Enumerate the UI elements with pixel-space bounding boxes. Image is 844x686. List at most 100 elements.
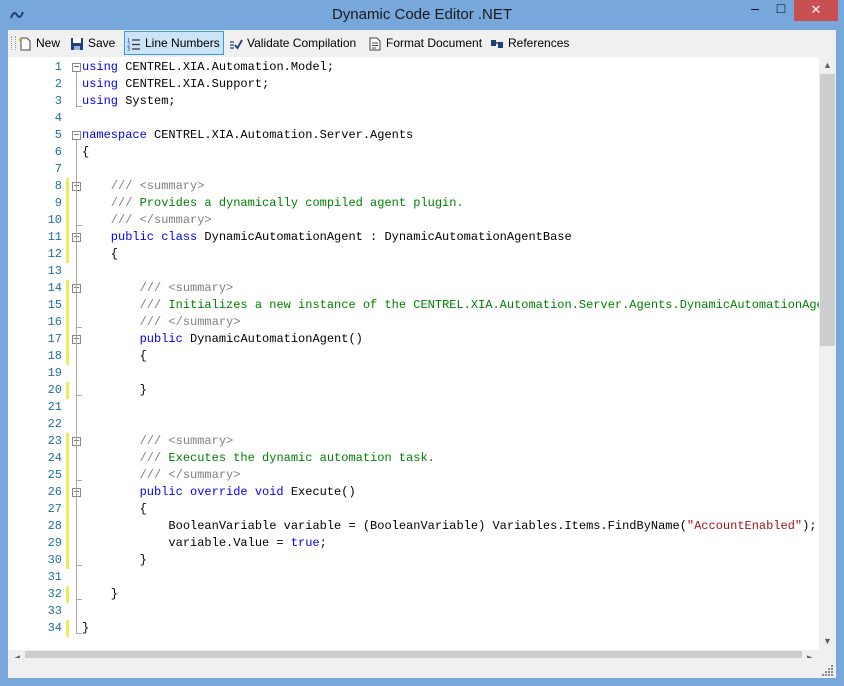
- line-number: 32: [47, 587, 62, 601]
- code-line[interactable]: {: [82, 144, 89, 161]
- code-token: }: [82, 383, 147, 397]
- code-token: {: [82, 247, 119, 261]
- line-numbers-button[interactable]: 1 2 3 Line Numbers: [124, 31, 224, 55]
- fold-guide: [76, 344, 77, 395]
- line-number: 33: [47, 604, 62, 618]
- code-line[interactable]: {: [82, 348, 147, 365]
- code-token: {: [82, 349, 147, 363]
- code-line[interactable]: }: [82, 620, 89, 637]
- change-marker: [66, 501, 69, 518]
- code-line[interactable]: {: [82, 246, 118, 263]
- code-line[interactable]: /// Executes the dynamic automation task…: [82, 450, 435, 467]
- code-token: );: [802, 519, 817, 533]
- svg-text:3: 3: [127, 47, 130, 51]
- code-token: {: [82, 502, 147, 516]
- line-number: 26: [47, 485, 62, 499]
- code-token: CENTREL.XIA.Automation.Server.Agents: [146, 128, 414, 142]
- code-line[interactable]: public DynamicAutomationAgent(): [82, 331, 363, 348]
- code-line[interactable]: /// Initializes a new instance of the CE…: [82, 297, 822, 314]
- code-line[interactable]: namespace CENTREL.XIA.Automation.Server.…: [82, 127, 413, 144]
- line-number: 5: [54, 128, 62, 142]
- scroll-up-arrow-icon[interactable]: ▲: [819, 57, 836, 74]
- new-button[interactable]: New: [18, 32, 60, 54]
- line-number: 16: [47, 315, 62, 329]
- code-editor[interactable]: 1 2 3 4 5 6 7 8 9 10 11 12 13 14 15 16 17 18 19 20 21 22 23 24 2…: [8, 57, 836, 667]
- code-line[interactable]: using CENTREL.XIA.Support;: [82, 76, 269, 93]
- app-window: Dynamic Code Editor .NET ‒ □ ✕ New Save: [0, 0, 844, 686]
- code-line[interactable]: }: [82, 382, 147, 399]
- code-token: ///: [82, 451, 169, 465]
- code-line[interactable]: /// <summary>: [82, 280, 234, 297]
- code-token: CENTREL.XIA.Support;: [118, 77, 270, 91]
- new-button-label: New: [36, 36, 61, 50]
- save-button[interactable]: Save: [70, 32, 115, 54]
- title-bar[interactable]: Dynamic Code Editor .NET ‒ □ ✕: [0, 0, 844, 30]
- code-token: CENTREL.XIA.Automation.Model;: [118, 60, 335, 74]
- change-marker: [66, 552, 69, 569]
- code-token: /// </summary>: [82, 213, 212, 227]
- minimize-button[interactable]: ‒: [742, 0, 768, 21]
- change-marker: [66, 280, 69, 297]
- validate-compilation-button[interactable]: Validate Compilation: [229, 32, 356, 54]
- code-line[interactable]: public class DynamicAutomationAgent : Dy…: [82, 229, 572, 246]
- code-line[interactable]: using CENTREL.XIA.Automation.Model;: [82, 59, 334, 76]
- code-line[interactable]: /// Provides a dynamically compiled agen…: [82, 195, 464, 212]
- code-line[interactable]: BooleanVariable variable = (BooleanVaria…: [82, 518, 817, 535]
- code-token: public override void: [82, 485, 284, 499]
- maximize-button[interactable]: □: [768, 0, 794, 21]
- fold-guide: [76, 293, 77, 327]
- toolbar-grip[interactable]: [11, 36, 16, 50]
- change-marker: [66, 433, 69, 450]
- line-number: 31: [47, 570, 62, 584]
- code-line[interactable]: }: [82, 586, 118, 603]
- line-number: 9: [54, 196, 62, 210]
- format-document-label: Format Document: [386, 36, 483, 50]
- code-token: /// <summary>: [82, 179, 205, 193]
- line-number: 12: [47, 247, 62, 261]
- code-token: /// </summary>: [82, 468, 241, 482]
- code-line[interactable]: /// </summary>: [82, 314, 241, 331]
- code-token: using: [82, 77, 119, 91]
- change-marker: [66, 586, 69, 603]
- code-token: ///: [82, 196, 140, 210]
- code-line[interactable]: /// </summary>: [82, 467, 241, 484]
- code-area[interactable]: using CENTREL.XIA.Automation.Model; using…: [82, 57, 822, 650]
- change-marker: [66, 348, 69, 365]
- line-numbers-icon: 1 2 3: [127, 38, 140, 51]
- code-token: BooleanVariable variable = (BooleanVaria…: [82, 519, 687, 533]
- line-number: 6: [54, 145, 62, 159]
- line-number-gutter: 1 2 3 4 5 6 7 8 9 10 11 12 13 14 15 16 17 18 19 20 21 22 23 24 2…: [8, 57, 82, 667]
- code-token: ///: [82, 298, 169, 312]
- collapse-toggle-icon[interactable]: −: [72, 63, 81, 72]
- collapse-toggle-icon[interactable]: −: [72, 131, 81, 140]
- code-token: /// <summary>: [82, 434, 234, 448]
- close-button[interactable]: ✕: [794, 0, 838, 21]
- fold-guide: [76, 191, 77, 225]
- code-line[interactable]: public override void Execute(): [82, 484, 356, 501]
- format-document-button[interactable]: Format Document: [368, 32, 482, 54]
- code-line[interactable]: /// <summary>: [82, 433, 234, 450]
- size-grip-icon[interactable]: [822, 664, 834, 676]
- code-line[interactable]: }: [82, 552, 147, 569]
- code-token: Execute(): [283, 485, 356, 499]
- code-line[interactable]: /// </summary>: [82, 212, 212, 229]
- vertical-scroll-thumb[interactable]: [820, 74, 835, 346]
- line-number: 20: [47, 383, 62, 397]
- vertical-scrollbar[interactable]: ▲ ▼: [819, 57, 836, 650]
- line-number: 24: [47, 451, 62, 465]
- code-line[interactable]: using System;: [82, 93, 176, 110]
- code-token: }: [82, 621, 90, 635]
- line-number: 14: [47, 281, 62, 295]
- code-line[interactable]: {: [82, 501, 147, 518]
- line-numbers-label: Line Numbers: [145, 36, 220, 50]
- references-button[interactable]: References: [490, 32, 569, 54]
- line-number: 18: [47, 349, 62, 363]
- scroll-down-arrow-icon[interactable]: ▼: [819, 633, 836, 650]
- line-number: 21: [47, 400, 62, 414]
- code-line[interactable]: /// <summary>: [82, 178, 205, 195]
- change-marker: [66, 212, 69, 229]
- line-number: 19: [47, 366, 62, 380]
- window-title: Dynamic Code Editor .NET: [331, 6, 513, 23]
- code-line[interactable]: variable.Value = true;: [82, 535, 326, 552]
- format-document-icon: [369, 37, 381, 51]
